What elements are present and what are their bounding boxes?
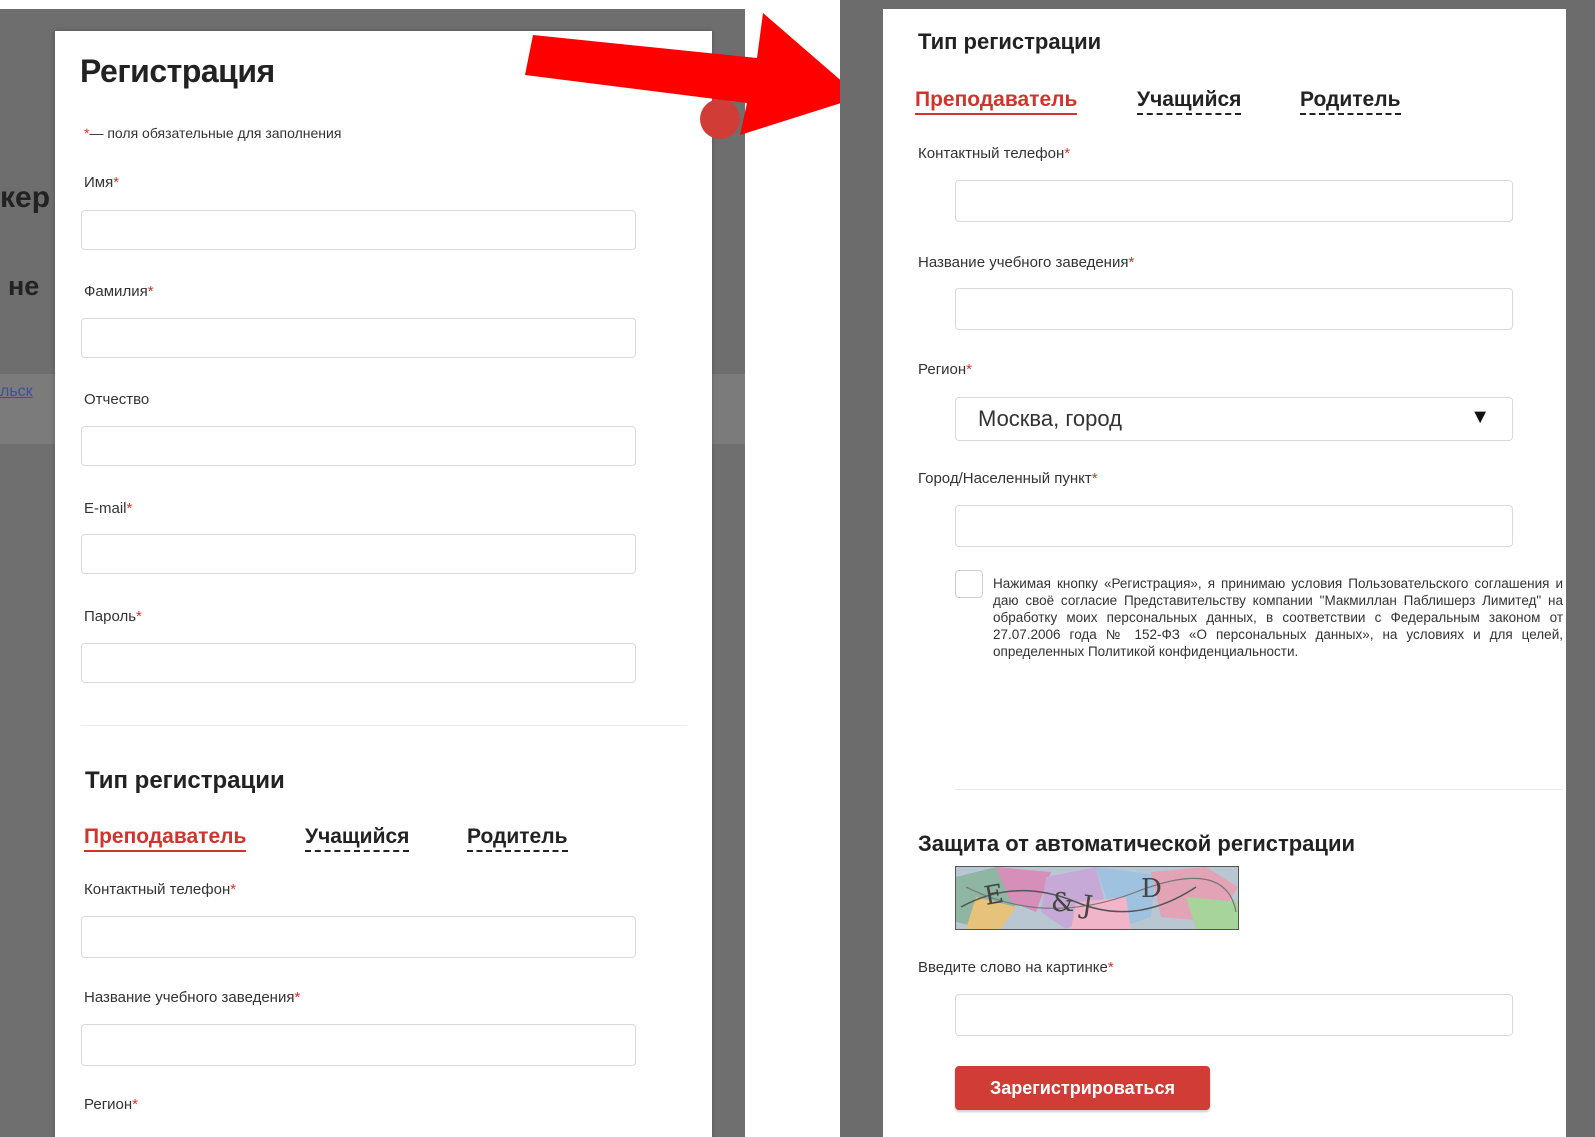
captcha-input[interactable] [955, 994, 1513, 1036]
red-arrow-icon [525, 13, 860, 135]
region-label-text: Регион [918, 361, 967, 378]
first-name-label-text: Имя [84, 174, 114, 191]
required-star: * [1091, 470, 1098, 487]
last-name-label-text: Фамилия [84, 283, 148, 300]
registration-form-continued: Тип регистрации Преподаватель Учащийся Р… [883, 9, 1566, 1137]
last-name-input[interactable] [81, 318, 636, 358]
region-label: Регион* [84, 1096, 138, 1113]
tab-student[interactable]: Учащийся [1137, 87, 1242, 115]
register-button[interactable]: Зарегистрироваться [955, 1066, 1210, 1110]
tab-parent[interactable]: Родитель [1300, 87, 1401, 115]
background-link[interactable]: льск [0, 383, 33, 401]
patronymic-label: Отчество [84, 391, 150, 408]
tab-teacher[interactable]: Преподаватель [915, 87, 1078, 115]
required-star: * [1128, 254, 1135, 271]
background-subheading: не [8, 271, 40, 301]
city-label-text: Город/Населенный пункт [918, 470, 1092, 487]
email-input[interactable] [81, 534, 636, 574]
required-star: * [230, 881, 237, 898]
required-note-text: — поля обязательные для заполнения [89, 125, 342, 141]
required-star: * [294, 989, 301, 1006]
region-label-text: Регион [84, 1096, 133, 1113]
last-name-label: Фамилия* [84, 283, 154, 300]
triangle-down-icon: ▼ [1470, 406, 1490, 428]
tab-student[interactable]: Учащийся [305, 824, 410, 852]
consent-text: Нажимая кнопку «Регистрация», я принимаю… [993, 576, 1563, 659]
school-label-text: Название учебного заведения [918, 254, 1129, 271]
required-star: * [136, 608, 142, 625]
email-label-text: E-mail [84, 500, 127, 517]
required-star: * [132, 1096, 139, 1113]
right-screenshot: Тип регистрации Преподаватель Учащийся Р… [840, 0, 1595, 1137]
phone-label: Контактный телефон* [918, 145, 1070, 162]
svg-text:&: & [1051, 888, 1074, 918]
registration-type-title: Тип регистрации [85, 767, 285, 794]
captcha-title: Защита от автоматической регистрации [918, 831, 1355, 856]
svg-text:D: D [1141, 874, 1162, 904]
patronymic-input[interactable] [81, 426, 636, 466]
left-screenshot: кер не льск Регистрация *— поля обязател… [0, 9, 745, 1137]
required-star: * [113, 174, 120, 191]
modal-title: Регистрация [80, 53, 275, 89]
divider [955, 789, 1563, 790]
region-label: Регион* [918, 361, 972, 378]
password-input[interactable] [81, 643, 636, 683]
registration-type-title: Тип регистрации [918, 29, 1102, 54]
school-label: Название учебного заведения* [84, 989, 300, 1006]
required-star: * [966, 361, 973, 378]
email-label: E-mail* [84, 500, 132, 517]
tab-parent[interactable]: Родитель [467, 824, 568, 852]
captcha-image: E & J D [955, 866, 1239, 930]
required-star: * [1107, 959, 1114, 976]
captcha-input-label-text: Введите слово на картинке [918, 959, 1108, 976]
password-label-text: Пароль [84, 608, 137, 625]
city-input[interactable] [955, 505, 1513, 547]
school-input[interactable] [81, 1024, 636, 1066]
first-name-input[interactable] [81, 210, 636, 250]
phone-input[interactable] [955, 180, 1513, 222]
background-heading: кер [0, 181, 51, 214]
region-select-value: Москва, город [978, 406, 1122, 431]
required-star: * [1064, 145, 1071, 162]
region-select[interactable]: Москва, город ▼ [955, 397, 1513, 441]
captcha-noise-icon: E & J D [956, 867, 1238, 929]
password-label: Пароль* [84, 608, 142, 625]
divider [81, 725, 687, 726]
required-star: * [126, 500, 133, 517]
required-note: *— поля обязательные для заполнения [84, 125, 341, 141]
registration-modal: Регистрация *— поля обязательные для зап… [55, 31, 740, 1137]
city-label: Город/Населенный пункт* [918, 470, 1098, 487]
school-label-text: Название учебного заведения [84, 989, 295, 1006]
school-label: Название учебного заведения* [918, 254, 1134, 271]
consent-checkbox[interactable] [955, 570, 983, 598]
phone-label-text: Контактный телефон [918, 145, 1065, 162]
phone-label-text: Контактный телефон [84, 881, 231, 898]
school-input[interactable] [955, 288, 1513, 330]
captcha-input-label: Введите слово на картинке* [918, 959, 1114, 976]
phone-input[interactable] [81, 916, 636, 958]
required-star: * [147, 283, 154, 300]
tab-teacher[interactable]: Преподаватель [84, 824, 247, 852]
phone-label: Контактный телефон* [84, 881, 236, 898]
first-name-label: Имя* [84, 174, 119, 191]
